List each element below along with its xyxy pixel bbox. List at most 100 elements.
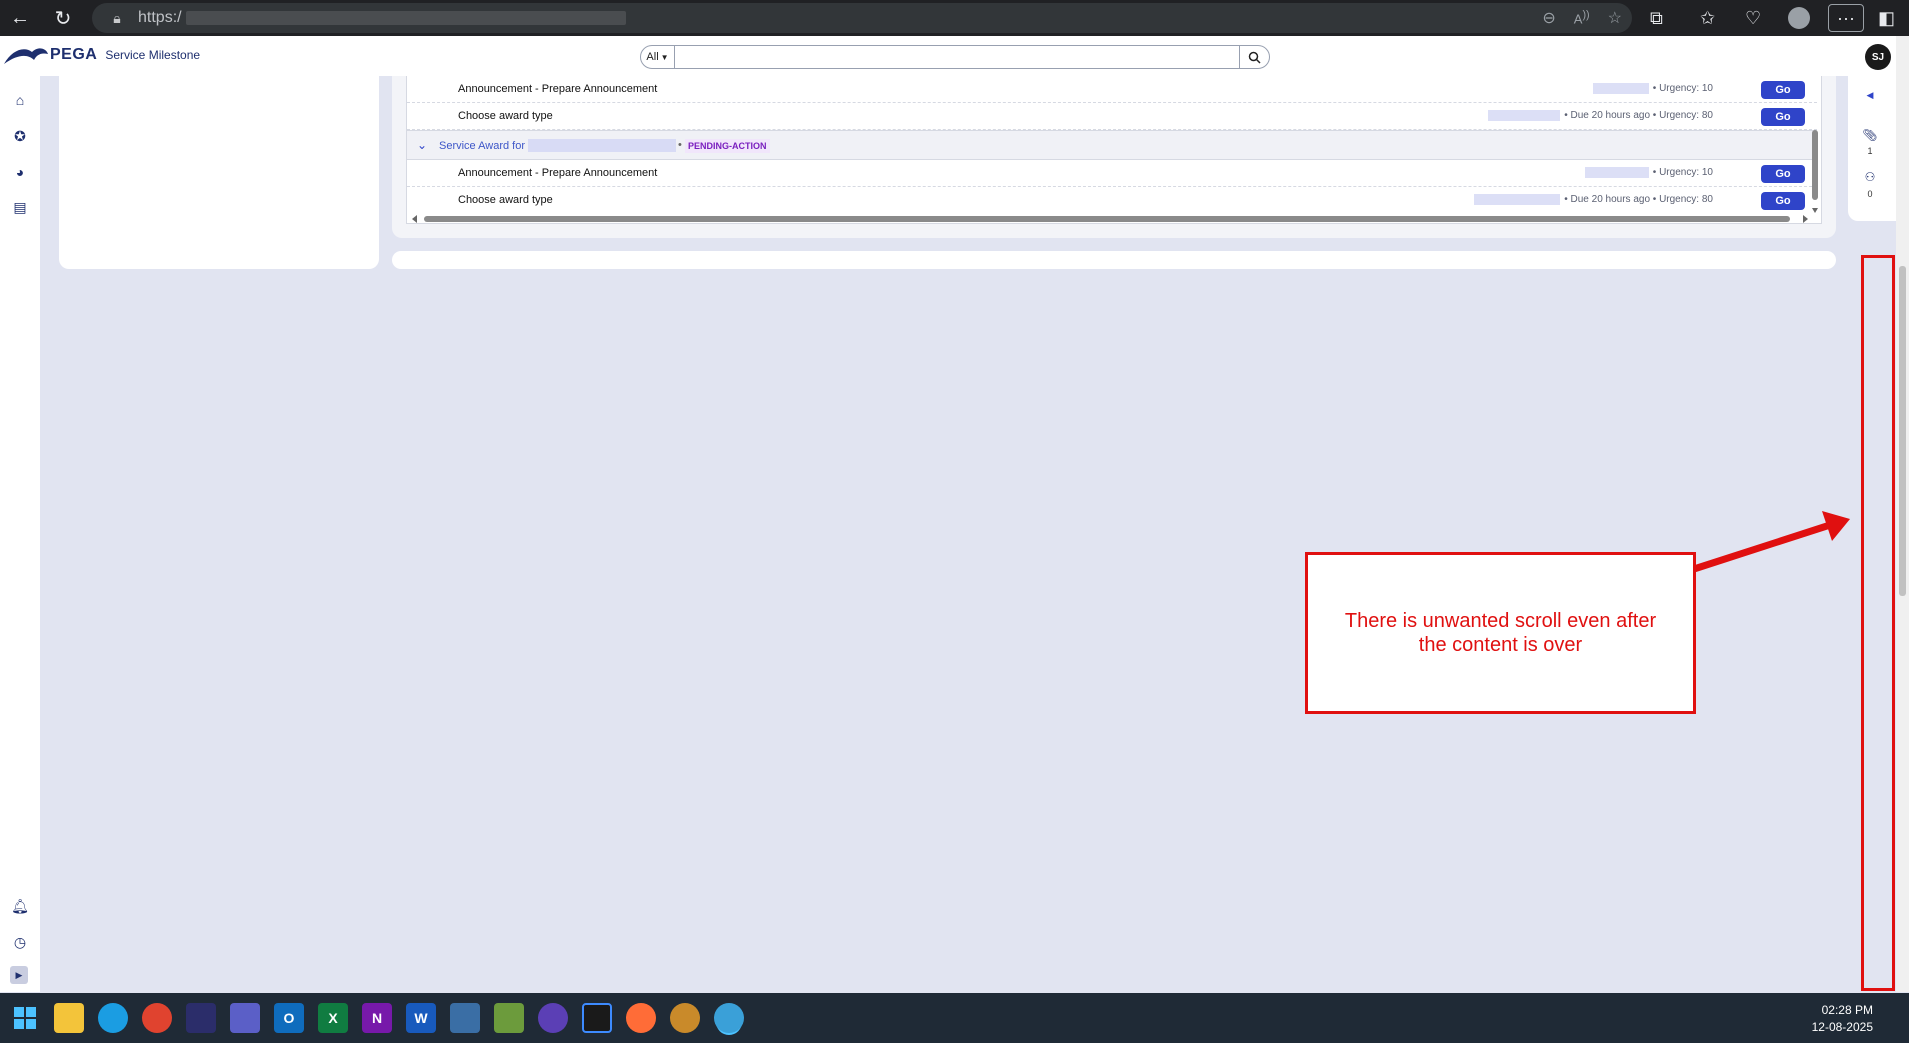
annotation-arrow: [1692, 511, 1850, 573]
monitor-app-icon[interactable]: [450, 1003, 480, 1033]
followers-count: 0: [1867, 189, 1873, 199]
search-button[interactable]: [1239, 46, 1269, 68]
assignment-title: Choose award type: [458, 194, 553, 206]
assignment-meta-text: • Urgency: 10: [1652, 83, 1713, 94]
more-menu-icon[interactable]: ···: [1828, 4, 1864, 32]
left-navigation: ⌂ ✪ ◕ ▤ 🔔︎ ◷ ▶: [0, 76, 40, 992]
back-arrow-icon[interactable]: ←: [4, 2, 36, 34]
profile-icon[interactable]: [1788, 0, 1810, 36]
search-scope-dropdown[interactable]: All ▼: [641, 46, 675, 68]
teams-icon[interactable]: [230, 1003, 260, 1033]
assignment-meta-text: • Due 20 hours ago • Urgency: 80: [1564, 194, 1713, 205]
worklist-vertical-scrollbar[interactable]: [1810, 76, 1820, 216]
left-content-panel: [59, 76, 379, 269]
brand-name: PEGA: [50, 46, 98, 63]
onenote-icon[interactable]: N: [362, 1003, 392, 1033]
home-icon[interactable]: ⌂: [10, 90, 30, 110]
webex-icon[interactable]: [186, 1003, 216, 1033]
zoom-out-icon[interactable]: ⊖: [1542, 8, 1555, 28]
table-row: Announcement - Prepare Announcement • Ur…: [407, 160, 1817, 187]
sidebar-icon[interactable]: ◧: [1878, 0, 1895, 36]
file-explorer-icon[interactable]: [54, 1003, 84, 1033]
chrome-icon[interactable]: [142, 1003, 172, 1033]
collapse-utility-icon[interactable]: ◀: [1848, 90, 1892, 101]
browser-toolbar: ← ↻ 🔒︎ https:/ ⊖ A)) ☆ ⧉ ✩ ♡ ··· ◧: [0, 0, 1909, 36]
search-icon: [1248, 51, 1261, 64]
worklist-horizontal-scrollbar[interactable]: [410, 214, 1810, 224]
browser-essentials-icon[interactable]: ♡: [1745, 0, 1761, 36]
clock-time: 02:28 PM: [1821, 1003, 1873, 1017]
windows-start-icon[interactable]: [10, 1003, 40, 1033]
pega-logo[interactable]: PEGA Service Milestone: [2, 44, 200, 66]
go-button[interactable]: Go: [1761, 192, 1805, 210]
annotation-text: There is unwanted scroll even after the …: [1344, 610, 1657, 656]
assignment-meta-text: • Due 20 hours ago • Urgency: 80: [1564, 110, 1713, 121]
edge-active-icon[interactable]: [714, 1003, 744, 1033]
search-input[interactable]: [681, 47, 1231, 67]
clock-icon[interactable]: ◷: [10, 932, 30, 952]
scrollbar-thumb[interactable]: [1899, 266, 1906, 596]
worklist-icon[interactable]: ▤: [10, 197, 30, 217]
bell-icon[interactable]: 🔔︎: [10, 896, 30, 916]
separator-dot: •: [678, 139, 682, 151]
intellij-icon[interactable]: [582, 1003, 612, 1033]
search-bar[interactable]: All ▼: [640, 45, 1270, 69]
case-link[interactable]: Service Award for: [439, 140, 525, 152]
assignment-title: Announcement - Prepare Announcement: [458, 167, 658, 179]
lock-icon[interactable]: 🔒︎: [102, 10, 132, 27]
utility-panel: ◀ 📎︎ 1 ⚇ 0: [1848, 76, 1896, 221]
assignment-meta: • Due 20 hours ago • Urgency: 80: [1488, 110, 1713, 121]
pega-wing-icon: [4, 48, 48, 64]
status-badge: PENDING-ACTION: [685, 139, 770, 153]
table-row: Choose award type • Due 20 hours ago • U…: [407, 103, 1817, 130]
address-bar[interactable]: 🔒︎ https:/ ⊖ A)) ☆: [92, 3, 1632, 33]
paperclip-icon[interactable]: 📎︎: [1848, 128, 1892, 142]
go-button[interactable]: Go: [1761, 108, 1805, 126]
chevron-down-icon[interactable]: ⌄: [417, 138, 427, 152]
scrollbar-highlight-box: [1861, 255, 1895, 991]
empty-card: [392, 251, 1836, 269]
app-icon[interactable]: [670, 1003, 700, 1033]
expand-nav-icon[interactable]: ▶: [10, 966, 28, 984]
go-button[interactable]: Go: [1761, 81, 1805, 99]
read-aloud-icon[interactable]: A)): [1574, 9, 1590, 26]
favorites-icon[interactable]: ✩: [1700, 0, 1715, 36]
word-icon[interactable]: W: [406, 1003, 436, 1033]
system-clock[interactable]: 02:28 PM 12-08-2025: [1812, 1002, 1873, 1036]
url-redacted: [185, 11, 626, 25]
assignment-meta: • Due 20 hours ago • Urgency: 80: [1474, 194, 1713, 205]
table-row: Announcement - Prepare Announcement • Ur…: [407, 76, 1817, 103]
excel-icon[interactable]: X: [318, 1003, 348, 1033]
extensions-icon[interactable]: ⧉: [1650, 0, 1663, 36]
table-row: Choose award type • Due 20 hours ago • U…: [407, 187, 1817, 214]
clock-date: 12-08-2025: [1811, 1020, 1873, 1034]
postman-icon[interactable]: [626, 1003, 656, 1033]
assignment-meta: • Urgency: 10: [1592, 83, 1713, 94]
github-icon[interactable]: [538, 1003, 568, 1033]
reload-icon[interactable]: ↻: [47, 2, 79, 34]
notepad-icon[interactable]: [494, 1003, 524, 1033]
app-name: Service Milestone: [105, 48, 201, 62]
annotation-note: There is unwanted scroll even after the …: [1305, 552, 1696, 714]
assignment-meta-text: • Urgency: 10: [1652, 167, 1713, 178]
dashboard-gauge-icon[interactable]: ◕: [10, 162, 30, 182]
assignment-title: Announcement - Prepare Announcement: [458, 83, 658, 95]
chevron-down-icon: ▼: [660, 52, 669, 62]
avatar[interactable]: SJ: [1865, 44, 1891, 70]
edge-icon[interactable]: [98, 1003, 128, 1033]
worklist-table: Announcement - Prepare Announcement • Ur…: [406, 76, 1822, 224]
case-group-header[interactable]: ⌄ Service Award for • PENDING-ACTION: [407, 130, 1817, 160]
award-icon[interactable]: ✪: [10, 126, 30, 146]
case-id-redacted: [528, 139, 676, 152]
favorite-star-icon[interactable]: ☆: [1608, 8, 1622, 28]
go-button[interactable]: Go: [1761, 165, 1805, 183]
search-scope-label: All: [646, 51, 659, 63]
outlook-icon[interactable]: O: [274, 1003, 304, 1033]
page-vertical-scrollbar[interactable]: [1896, 36, 1909, 992]
followers-icon[interactable]: ⚇: [1848, 170, 1892, 184]
assignment-meta: • Urgency: 10: [1584, 167, 1713, 178]
url-text: https:/: [138, 9, 182, 26]
attachments-count: 1: [1867, 146, 1873, 156]
assignment-title: Choose award type: [458, 110, 553, 122]
app-header: PEGA Service Milestone All ▼ SJ: [0, 36, 1909, 76]
